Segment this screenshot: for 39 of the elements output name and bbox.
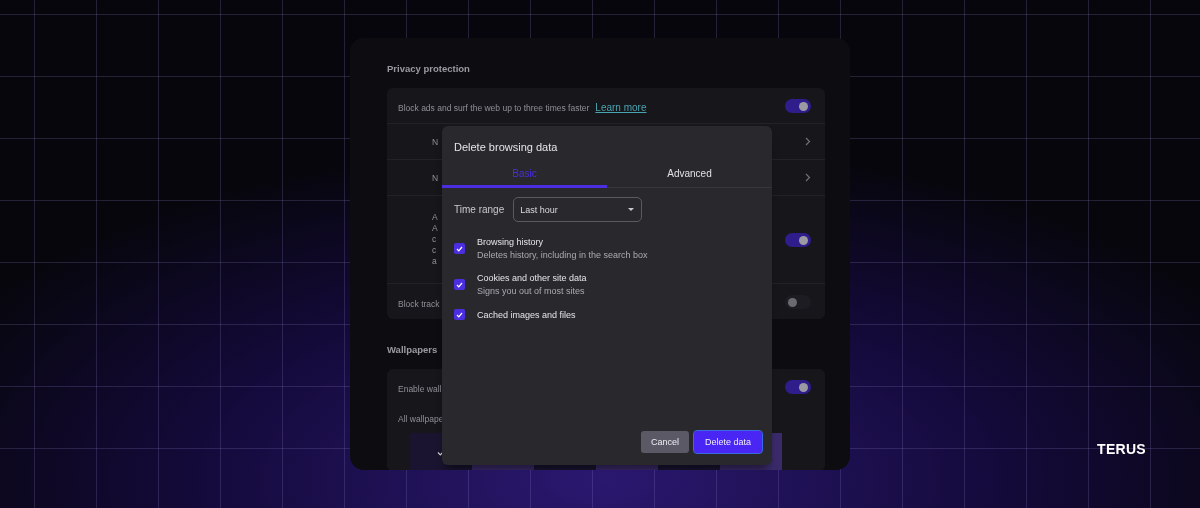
brand-logo: TERUS <box>1097 441 1146 457</box>
setting-label: Block ads and surf the web up to three times faster <box>398 102 590 113</box>
chevron-right-icon <box>805 173 811 182</box>
setting-text: c <box>432 234 438 244</box>
chevron-right-icon <box>805 137 811 146</box>
option-label: Cookies and other site data <box>477 273 587 283</box>
checkbox[interactable] <box>454 309 465 320</box>
learn-more-link[interactable]: Learn more <box>595 101 647 113</box>
cancel-button[interactable]: Cancel <box>640 431 689 453</box>
setting-label: All wallpape <box>398 413 444 424</box>
tab[interactable]: Advanced <box>607 163 772 188</box>
option-label: Cached images and files <box>477 309 576 320</box>
toggle-switch[interactable] <box>785 232 811 247</box>
setting-text: A <box>432 223 438 233</box>
delete-data-button[interactable]: Delete data <box>693 431 762 453</box>
dialog-title: Delete browsing data <box>453 140 559 155</box>
time-range-select[interactable]: Last hour <box>513 197 643 222</box>
option-description: Deletes history, including in the search box <box>477 250 648 260</box>
option-label: Browsing history <box>477 237 545 247</box>
toggle-switch[interactable] <box>785 294 811 309</box>
setting-text: a <box>432 256 438 266</box>
setting-label: N <box>432 136 439 147</box>
time-range-label: Time range <box>454 204 505 215</box>
section-title: Wallpapers <box>387 344 439 355</box>
toggle-switch[interactable] <box>785 379 811 394</box>
setting-label: Block track <box>398 298 440 309</box>
toggle-switch[interactable] <box>785 98 811 113</box>
setting-label: Enable wall <box>398 383 442 394</box>
caret-icon <box>628 208 635 211</box>
check-icon <box>456 311 463 318</box>
setting-text: c <box>432 245 438 255</box>
setting-label: N <box>432 172 439 183</box>
checkbox[interactable] <box>454 279 465 290</box>
check-icon <box>456 245 463 252</box>
setting-text: A <box>432 212 438 222</box>
check-icon <box>456 281 463 288</box>
section-title: Privacy protection <box>387 63 471 74</box>
checkbox[interactable] <box>454 243 465 254</box>
option-description: Signs you out of most sites <box>477 286 586 296</box>
